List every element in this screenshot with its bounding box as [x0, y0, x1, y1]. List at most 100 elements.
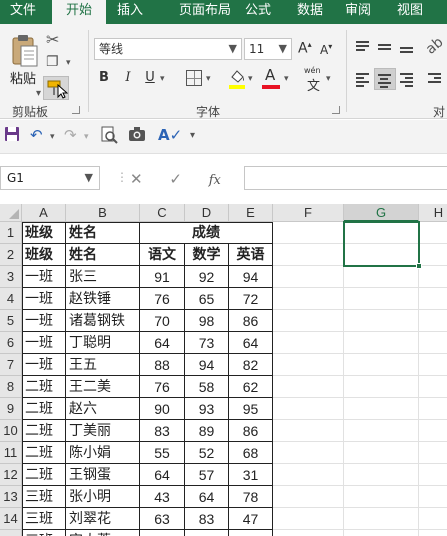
- formula-input[interactable]: [244, 166, 447, 190]
- align-left-icon[interactable]: [352, 68, 374, 90]
- column-header-g[interactable]: G: [344, 204, 419, 222]
- cell-a11[interactable]: 二班: [22, 442, 66, 464]
- column-header-c[interactable]: C: [140, 204, 185, 222]
- cell-d5[interactable]: 98: [185, 310, 229, 332]
- cell-b3[interactable]: 张三: [66, 266, 140, 288]
- cell-c15[interactable]: 71: [140, 530, 185, 536]
- column-header-b[interactable]: B: [66, 204, 140, 222]
- column-header-f[interactable]: F: [273, 204, 344, 222]
- cut-icon[interactable]: ✂: [46, 30, 59, 49]
- copy-icon[interactable]: ❐: [46, 54, 59, 70]
- cell-f4[interactable]: [273, 288, 344, 310]
- cell-e15[interactable]: 88: [229, 530, 273, 536]
- spreadsheet-grid[interactable]: A B C D E F G H 1 班级 姓名 成绩 2 班级 姓名 语文 数学 英语 3 一班 张三 91 92 94 4 一班…: [0, 204, 447, 536]
- row-header[interactable]: 5: [0, 310, 22, 332]
- row-header[interactable]: 10: [0, 420, 22, 442]
- cell-c4[interactable]: 76: [140, 288, 185, 310]
- cell-c12[interactable]: 64: [140, 464, 185, 486]
- cell-f7[interactable]: [273, 354, 344, 376]
- cell-g8[interactable]: [344, 376, 419, 398]
- column-header-d[interactable]: D: [185, 204, 229, 222]
- cell-f2[interactable]: [273, 244, 344, 266]
- decrease-indent-icon[interactable]: [426, 68, 444, 90]
- cell-h1[interactable]: [419, 222, 447, 244]
- cell-d12[interactable]: 57: [185, 464, 229, 486]
- cell-b7[interactable]: 王五: [66, 354, 140, 376]
- cell-e8[interactable]: 62: [229, 376, 273, 398]
- row-header[interactable]: 3: [0, 266, 22, 288]
- align-right-icon[interactable]: [396, 68, 418, 90]
- cell-e12[interactable]: 31: [229, 464, 273, 486]
- bottom-align-icon[interactable]: [396, 36, 418, 58]
- cell-a7[interactable]: 一班: [22, 354, 66, 376]
- column-header-h[interactable]: H: [419, 204, 447, 222]
- cell-e9[interactable]: 95: [229, 398, 273, 420]
- cell-e2[interactable]: 英语: [229, 244, 273, 266]
- cell-a9[interactable]: 二班: [22, 398, 66, 420]
- cell-f13[interactable]: [273, 486, 344, 508]
- cell-h3[interactable]: [419, 266, 447, 288]
- fill-color-icon[interactable]: [228, 68, 246, 90]
- cell-e10[interactable]: 86: [229, 420, 273, 442]
- cell-a10[interactable]: 二班: [22, 420, 66, 442]
- cell-f9[interactable]: [273, 398, 344, 420]
- print-preview-icon[interactable]: [100, 126, 118, 148]
- tab-insert[interactable]: 插入: [108, 0, 152, 24]
- cell-g10[interactable]: [344, 420, 419, 442]
- tab-review[interactable]: 审阅: [336, 0, 380, 24]
- cell-c6[interactable]: 64: [140, 332, 185, 354]
- fill-color-dropdown-icon[interactable]: ▾: [248, 74, 253, 84]
- cell-h12[interactable]: [419, 464, 447, 486]
- fill-handle[interactable]: [416, 263, 422, 269]
- font-launcher-icon[interactable]: [332, 106, 340, 114]
- cell-b9[interactable]: 赵六: [66, 398, 140, 420]
- cell-g9[interactable]: [344, 398, 419, 420]
- cell-h13[interactable]: [419, 486, 447, 508]
- cell-d14[interactable]: 83: [185, 508, 229, 530]
- cell-b1[interactable]: 姓名: [66, 222, 140, 244]
- cell-a6[interactable]: 一班: [22, 332, 66, 354]
- phonetic-guide-icon[interactable]: wén 文: [304, 66, 328, 94]
- cell-d6[interactable]: 73: [185, 332, 229, 354]
- cell-a15[interactable]: 三班: [22, 530, 66, 536]
- cell-f10[interactable]: [273, 420, 344, 442]
- cell-g5[interactable]: [344, 310, 419, 332]
- cell-e14[interactable]: 47: [229, 508, 273, 530]
- phonetic-dropdown-icon[interactable]: ▾: [326, 74, 331, 84]
- cell-e5[interactable]: 86: [229, 310, 273, 332]
- camera-icon[interactable]: [128, 126, 146, 146]
- cell-g11[interactable]: [344, 442, 419, 464]
- cell-b12[interactable]: 王钢蛋: [66, 464, 140, 486]
- cell-g14[interactable]: [344, 508, 419, 530]
- cell-b14[interactable]: 刘翠花: [66, 508, 140, 530]
- select-all-button[interactable]: [0, 204, 22, 222]
- cell-h9[interactable]: [419, 398, 447, 420]
- cell-b11[interactable]: 陈小娟: [66, 442, 140, 464]
- cell-d4[interactable]: 65: [185, 288, 229, 310]
- cell-d7[interactable]: 94: [185, 354, 229, 376]
- cell-a14[interactable]: 三班: [22, 508, 66, 530]
- customize-toolbar-icon[interactable]: ▾: [190, 130, 195, 141]
- tab-formulas[interactable]: 公式: [236, 0, 280, 24]
- cell-c9[interactable]: 90: [140, 398, 185, 420]
- cell-h5[interactable]: [419, 310, 447, 332]
- chevron-down-icon[interactable]: ▼: [85, 167, 93, 189]
- cell-f6[interactable]: [273, 332, 344, 354]
- cell-h10[interactable]: [419, 420, 447, 442]
- row-header[interactable]: 11: [0, 442, 22, 464]
- cell-h6[interactable]: [419, 332, 447, 354]
- chevron-down-icon[interactable]: ▼: [279, 39, 287, 59]
- clipboard-launcher-icon[interactable]: [72, 106, 80, 114]
- cell-b15[interactable]: 宋大蓉: [66, 530, 140, 536]
- cell-e7[interactable]: 82: [229, 354, 273, 376]
- row-header[interactable]: 2: [0, 244, 22, 266]
- cell-g15[interactable]: [344, 530, 419, 536]
- bold-button[interactable]: B: [94, 68, 114, 88]
- cell-f8[interactable]: [273, 376, 344, 398]
- cell-b4[interactable]: 赵铁锤: [66, 288, 140, 310]
- undo-icon[interactable]: ↶: [30, 126, 43, 144]
- underline-dropdown-icon[interactable]: ▾: [160, 74, 165, 84]
- format-painter-icon[interactable]: [43, 76, 69, 100]
- cell-b10[interactable]: 丁美丽: [66, 420, 140, 442]
- cell-c3[interactable]: 91: [140, 266, 185, 288]
